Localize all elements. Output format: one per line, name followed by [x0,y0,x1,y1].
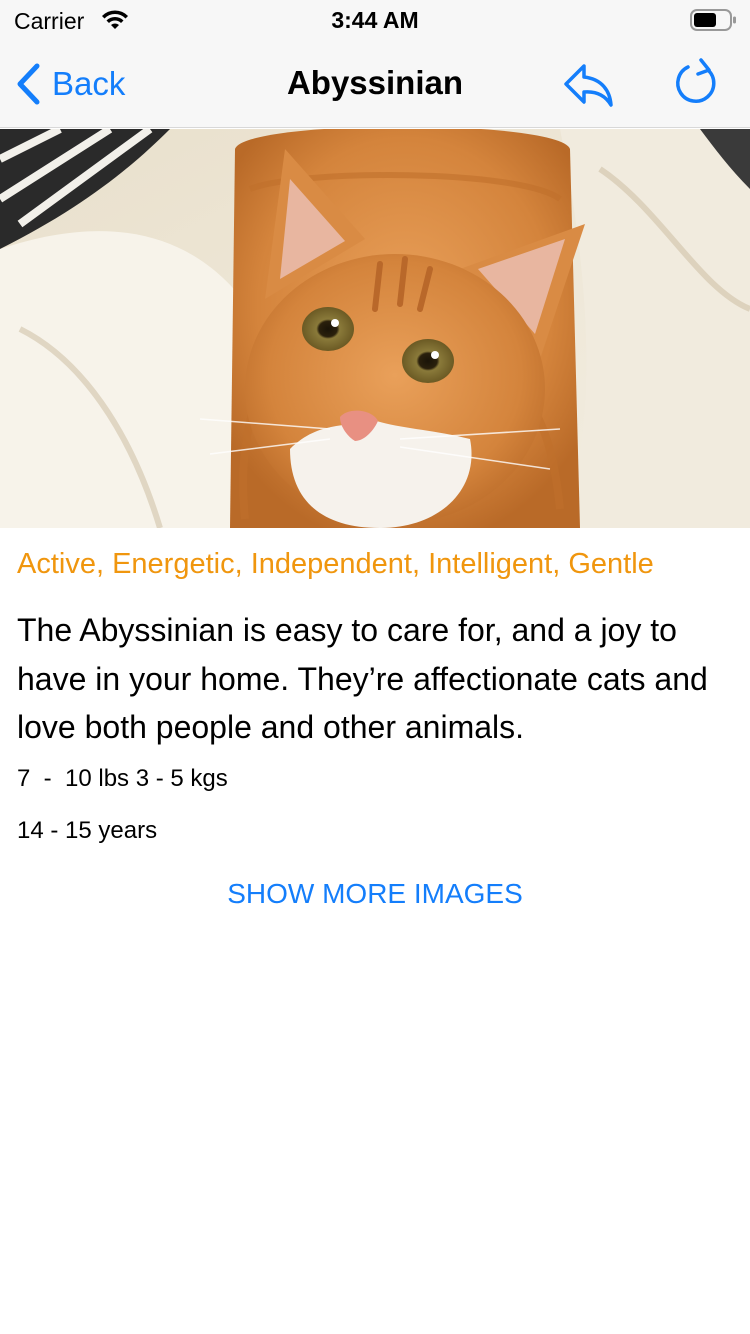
breed-description: The Abyssinian is easy to care for, and … [17,612,708,745]
show-more-images-button[interactable]: SHOW MORE IMAGES [0,878,750,910]
temperament-text: Active, Energetic, Independent, Intellig… [17,548,654,580]
back-label: Back [52,65,126,102]
weight-text: 7 - 10 lbs 3 - 5 kgs [17,765,228,792]
back-button[interactable]: Back [14,58,144,110]
reply-arrow-icon [564,64,613,107]
battery-icon [690,9,736,31]
navigation-bar: Back Abyssinian [0,40,750,128]
share-button[interactable] [558,60,618,110]
clock: 3:44 AM [331,7,419,33]
reload-icon [676,58,716,103]
cat-photo [0,129,750,528]
status-bar: Carrier 3:44 AM [0,0,750,40]
life-span-text: 14 - 15 years [17,817,158,844]
reload-button[interactable] [668,54,724,110]
breed-photo [0,129,750,528]
chevron-back-icon [17,63,40,105]
